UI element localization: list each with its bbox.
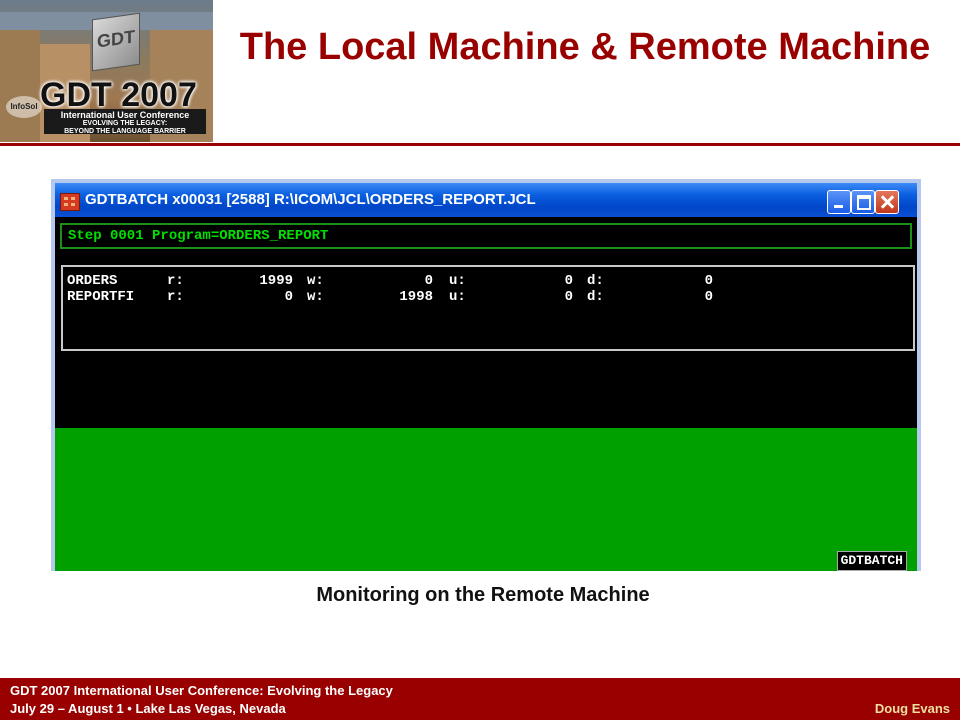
conference-logo: GDT InfoSol GDT 2007 International User … <box>0 0 213 142</box>
logo-band-line3: BEYOND THE LANGUAGE BARRIER <box>64 128 186 135</box>
status-tag: GDTBATCH <box>836 551 907 571</box>
footer-conference: GDT 2007 International User Conference: … <box>10 683 393 698</box>
close-button[interactable] <box>875 190 899 214</box>
logo-band-line1: International User Conference <box>60 110 190 120</box>
file-stat-row: ORDERS r: 1999 w: 0 u: 0 d: 0 <box>67 273 713 289</box>
footer-dates-location: July 29 – August 1 • Lake Las Vegas, Nev… <box>10 701 286 716</box>
logo-band-line2: EVOLVING THE LEGACY: <box>82 120 168 127</box>
file-stat-row: REPORTFI r: 0 w: 1998 u: 0 d: 0 <box>67 289 713 305</box>
console-status-area: GDTBATCH <box>55 428 917 571</box>
step-line: Step 0001 Program=ORDERS_REPORT <box>68 228 329 244</box>
app-icon[interactable] <box>60 193 80 211</box>
maximize-button[interactable] <box>851 190 875 214</box>
slide-caption: Monitoring on the Remote Machine <box>316 584 650 606</box>
footer-author: Doug Evans <box>874 701 950 716</box>
console-area: Step 0001 Program=ORDERS_REPORT ORDERS r… <box>55 217 917 571</box>
title-divider <box>0 143 960 146</box>
logo-cube-icon: GDT <box>92 12 140 72</box>
infosol-logo: InfoSol <box>6 96 42 118</box>
step-status-box: Step 0001 Program=ORDERS_REPORT <box>60 223 912 249</box>
gdtbatch-console-window: GDTBATCH x00031 [2588] R:\ICOM\JCL\ORDER… <box>51 179 921 571</box>
slide-footer: GDT 2007 International User Conference: … <box>0 678 960 720</box>
logo-building-shape <box>0 30 40 142</box>
logo-band: International User Conference EVOLVING T… <box>44 109 206 135</box>
minimize-button[interactable] <box>827 190 851 214</box>
window-titlebar[interactable]: GDTBATCH x00031 [2588] R:\ICOM\JCL\ORDER… <box>55 183 917 217</box>
window-title: GDTBATCH x00031 [2588] R:\ICOM\JCL\ORDER… <box>85 191 536 208</box>
file-stats-box: ORDERS r: 1999 w: 0 u: 0 d: 0 REPORTFI r… <box>61 265 915 351</box>
slide-title: The Local Machine & Remote Machine <box>239 26 931 68</box>
